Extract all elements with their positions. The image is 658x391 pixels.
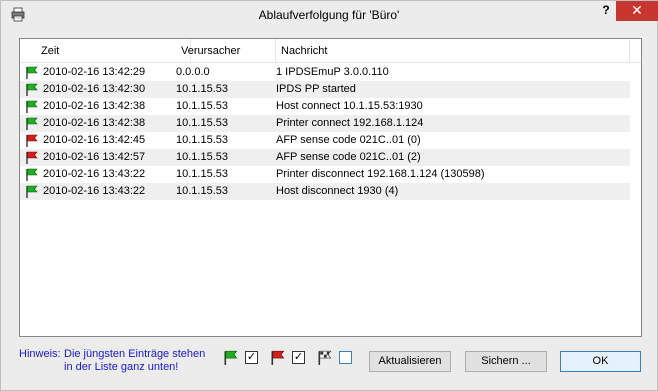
row-source: 10.1.15.53 bbox=[176, 168, 228, 180]
row-source: 10.1.15.53 bbox=[176, 83, 228, 95]
green-flag-icon bbox=[26, 100, 38, 113]
table-row[interactable]: 2010-02-16 13:42:57 10.1.15.53 AFP sense… bbox=[20, 149, 630, 166]
table-row[interactable]: 2010-02-16 13:42:38 10.1.15.53 Printer c… bbox=[20, 115, 630, 132]
ok-button[interactable]: OK bbox=[560, 351, 641, 372]
trace-list[interactable]: Zeit Verursacher Nachricht 2010-02-16 13… bbox=[19, 38, 642, 337]
list-header: Zeit Verursacher Nachricht bbox=[20, 39, 641, 63]
dialog-window: Ablaufverfolgung für 'Büro' ? ✕ Zeit Ver… bbox=[0, 0, 658, 391]
row-source: 0.0.0.0 bbox=[176, 66, 210, 78]
red-flag-icon bbox=[271, 350, 285, 365]
red-flag-icon bbox=[26, 134, 38, 147]
row-time: 2010-02-16 13:43:22 bbox=[43, 168, 146, 180]
green-flag-icon bbox=[26, 168, 38, 181]
row-message: AFP sense code 021C..01 (0) bbox=[276, 134, 421, 146]
list-rows: 2010-02-16 13:42:29 0.0.0.0 1 IPDSEmuP 3… bbox=[20, 64, 641, 200]
row-source: 10.1.15.53 bbox=[176, 151, 228, 163]
checkered-flag-icon bbox=[318, 350, 332, 365]
column-header-source[interactable]: Verursacher bbox=[176, 39, 276, 63]
row-time: 2010-02-16 13:42:38 bbox=[43, 100, 146, 112]
column-header-message[interactable]: Nachricht bbox=[276, 39, 630, 63]
help-button[interactable]: ? bbox=[597, 2, 615, 20]
green-flag-icon bbox=[26, 117, 38, 130]
refresh-button[interactable]: Aktualisieren bbox=[369, 351, 451, 372]
filter-red-checkbox[interactable]: ✓ bbox=[292, 351, 305, 364]
green-flag-icon bbox=[26, 66, 38, 79]
row-source: 10.1.15.53 bbox=[176, 100, 228, 112]
title-bar[interactable]: Ablaufverfolgung für 'Büro' ? ✕ bbox=[1, 1, 658, 30]
row-message: 1 IPDSEmuP 3.0.0.110 bbox=[276, 66, 389, 78]
row-message: Host connect 10.1.15.53:1930 bbox=[276, 100, 423, 112]
table-row[interactable]: 2010-02-16 13:43:22 10.1.15.53 Printer d… bbox=[20, 166, 630, 183]
row-time: 2010-02-16 13:43:22 bbox=[43, 185, 146, 197]
row-source: 10.1.15.53 bbox=[176, 134, 228, 146]
table-row[interactable]: 2010-02-16 13:43:22 10.1.15.53 Host disc… bbox=[20, 183, 630, 200]
table-row[interactable]: 2010-02-16 13:42:29 0.0.0.0 1 IPDSEmuP 3… bbox=[20, 64, 630, 81]
row-message: IPDS PP started bbox=[276, 83, 356, 95]
row-time: 2010-02-16 13:42:29 bbox=[43, 66, 146, 78]
row-message: Printer connect 192.168.1.124 bbox=[276, 117, 424, 129]
row-source: 10.1.15.53 bbox=[176, 117, 228, 129]
row-time: 2010-02-16 13:42:38 bbox=[43, 117, 146, 129]
save-button[interactable]: Sichern ... bbox=[465, 351, 547, 372]
green-flag-icon bbox=[26, 83, 38, 96]
table-row[interactable]: 2010-02-16 13:42:45 10.1.15.53 AFP sense… bbox=[20, 132, 630, 149]
red-flag-icon bbox=[26, 151, 38, 164]
green-flag-icon bbox=[26, 185, 38, 198]
row-time: 2010-02-16 13:42:30 bbox=[43, 83, 146, 95]
row-message: Host disconnect 1930 (4) bbox=[276, 185, 399, 197]
close-button[interactable]: ✕ bbox=[616, 1, 658, 21]
row-message: AFP sense code 021C..01 (2) bbox=[276, 151, 421, 163]
row-message: Printer disconnect 192.168.1.124 (130598… bbox=[276, 168, 485, 180]
table-row[interactable]: 2010-02-16 13:42:30 10.1.15.53 IPDS PP s… bbox=[20, 81, 630, 98]
column-header-time[interactable]: Zeit bbox=[36, 39, 191, 63]
row-time: 2010-02-16 13:42:45 bbox=[43, 134, 146, 146]
filter-green-checkbox[interactable]: ✓ bbox=[245, 351, 258, 364]
hint-text: Die jüngsten Einträge stehen in der List… bbox=[64, 348, 206, 373]
row-time: 2010-02-16 13:42:57 bbox=[43, 151, 146, 163]
window-title: Ablaufverfolgung für 'Büro' bbox=[258, 8, 400, 22]
green-flag-icon bbox=[224, 350, 238, 365]
row-source: 10.1.15.53 bbox=[176, 185, 228, 197]
filter-info-checkbox[interactable] bbox=[339, 351, 352, 364]
hint-label: Hinweis: bbox=[19, 348, 61, 360]
table-row[interactable]: 2010-02-16 13:42:38 10.1.15.53 Host conn… bbox=[20, 98, 630, 115]
